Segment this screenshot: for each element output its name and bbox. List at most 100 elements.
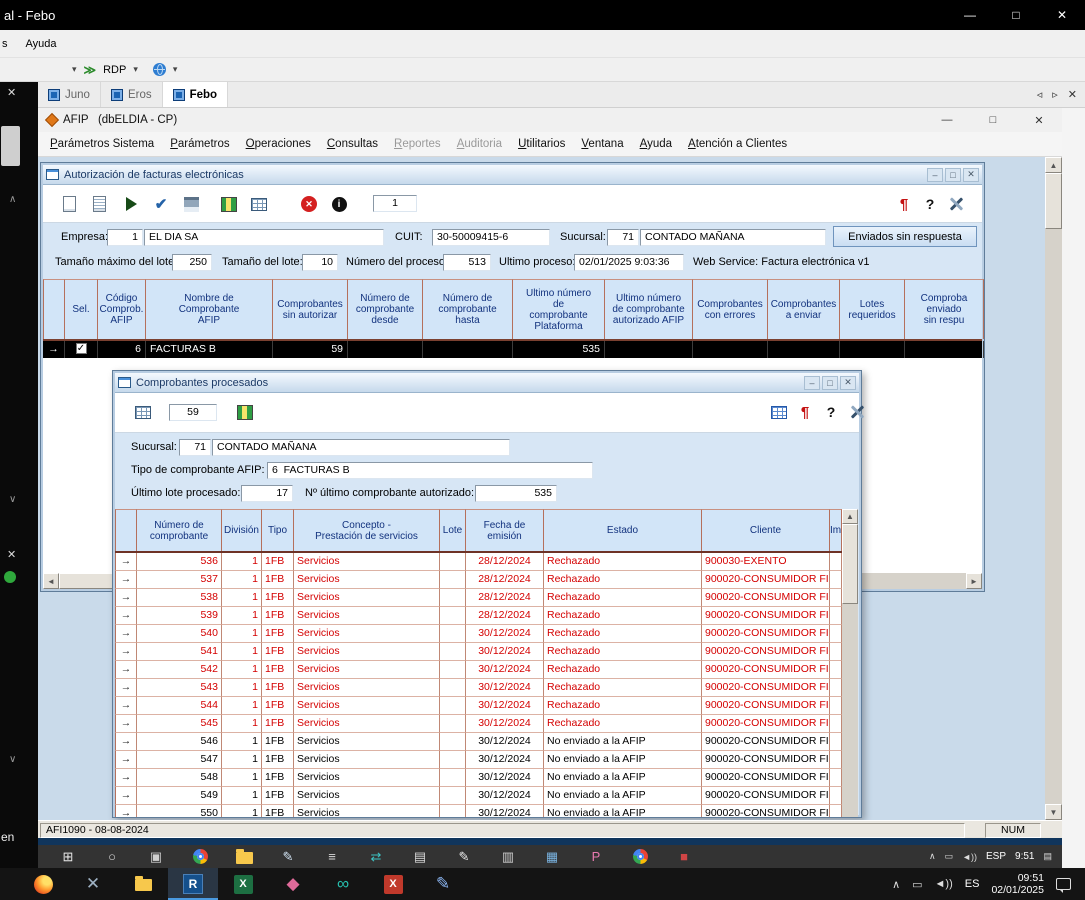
chat-bubble-icon[interactable] (1056, 878, 1071, 890)
tray-volume-icon[interactable]: ◄)) (962, 852, 977, 862)
sucursal-code-field[interactable]: 71 (607, 229, 639, 246)
comprobantes-close-icon[interactable]: ✕ (840, 376, 856, 390)
lote-size-field[interactable]: 10 (302, 254, 338, 271)
scrollbar-thumb[interactable] (842, 524, 858, 604)
host-close-button[interactable]: ✕ (1039, 0, 1085, 30)
local-tray-chevron-icon[interactable]: ∧ (892, 878, 900, 891)
afip-menu-atenci-n-a-clientes[interactable]: Atención a Clientes (680, 138, 795, 150)
tray-language[interactable]: ESP (986, 851, 1006, 862)
calendar-icon[interactable]: ▦ (530, 845, 574, 868)
afip-restore-button[interactable]: □ (970, 108, 1016, 132)
proc-grid-row[interactable]: →54211FBServicios30/12/2024Rechazado9000… (115, 661, 842, 679)
proc-grid-row[interactable]: →54111FBServicios30/12/2024Rechazado9000… (115, 643, 842, 661)
comprobantes-titlebar[interactable]: Comprobantes procesados – □ ✕ (115, 373, 859, 393)
red-app-icon[interactable]: ■ (662, 845, 706, 868)
tray-clock[interactable]: 9:51 (1015, 851, 1034, 862)
ultimo-proceso-field[interactable]: 02/01/2025 9:03:36 (574, 254, 684, 271)
tray-display-icon[interactable]: ▭ (945, 851, 954, 862)
afip-menu-par-metros[interactable]: Parámetros (162, 138, 237, 150)
enviados-sin-respuesta-button[interactable]: Enviados sin respuesta (833, 226, 977, 247)
proceso-field[interactable]: 513 (443, 254, 491, 271)
sync-arrows-icon[interactable]: ⇄ (354, 845, 398, 868)
host-menu-ayuda[interactable]: Ayuda (26, 38, 57, 50)
process-counter-field[interactable]: 1 (373, 195, 417, 212)
afip-menu-reportes[interactable]: Reportes (386, 138, 449, 150)
scroll-down-icon[interactable]: ▼ (1045, 804, 1062, 820)
properties-icon[interactable] (87, 192, 111, 216)
tools-icon[interactable] (944, 192, 968, 216)
afip-menu-operaciones[interactable]: Operaciones (238, 138, 319, 150)
cancel-icon[interactable]: ✕ (297, 192, 321, 216)
sidebar-close-2-icon[interactable]: ✕ (7, 548, 16, 561)
proc-grid-row[interactable]: →53611FBServicios28/12/2024Rechazado9000… (115, 553, 842, 571)
folder-icon[interactable] (118, 868, 168, 900)
scroll-down-icon[interactable]: ∨ (9, 494, 16, 505)
notification-center-icon[interactable]: ▤ (1043, 851, 1052, 862)
proc-grid-row[interactable]: →53811FBServicios28/12/2024Rechazado9000… (115, 589, 842, 607)
start-icon[interactable]: ⊞ (46, 845, 90, 868)
row-checkbox[interactable]: ✓ (65, 341, 98, 358)
firefox-icon[interactable] (18, 868, 68, 900)
afip-minimize-button[interactable]: — (924, 108, 970, 132)
export-grid-icon[interactable] (247, 192, 271, 216)
afip-menu-par-metros-sistema[interactable]: Parámetros Sistema (42, 138, 162, 150)
scroll-left-icon[interactable]: ◄ (43, 573, 59, 589)
scrollbar-thumb[interactable] (1045, 173, 1062, 229)
afip-menu-ayuda[interactable]: Ayuda (632, 138, 680, 150)
run-process-icon[interactable] (119, 192, 143, 216)
afip-menu-consultas[interactable]: Consultas (319, 138, 386, 150)
globe-icon[interactable] (153, 63, 166, 76)
empresa-code-field[interactable]: 1 (107, 229, 143, 246)
autorizacion-close-icon[interactable]: ✕ (963, 168, 979, 182)
export-grid-icon[interactable] (131, 400, 155, 424)
afip-menu-ventana[interactable]: Ventana (573, 138, 631, 150)
red-mark-icon[interactable]: ¶ (793, 400, 817, 424)
rdp-caret-icon[interactable]: ▾ (133, 64, 138, 75)
proc-grid-row[interactable]: →53711FBServicios28/12/2024Rechazado9000… (115, 571, 842, 589)
proc-grid-row[interactable]: →54011FBServicios30/12/2024Rechazado9000… (115, 625, 842, 643)
auth-grid-selected-row[interactable]: →✓6FACTURAS B59535 (43, 341, 982, 358)
proc-grid-row[interactable]: →54811FBServicios30/12/2024No enviado a … (115, 769, 842, 787)
mdi-vertical-scrollbar[interactable]: ▲ ▼ (1045, 157, 1062, 820)
red-mark-icon[interactable]: ¶ (892, 192, 916, 216)
comprobantes-minimize-icon[interactable]: – (804, 376, 820, 390)
session-tab-febo[interactable]: Febo (163, 82, 228, 107)
chrome-alt-icon[interactable] (618, 845, 662, 868)
afip-menu-auditoria[interactable]: Auditoria (449, 138, 510, 150)
tipo-comprobante-field[interactable]: 6 FACTURAS B (267, 462, 593, 479)
ultimo-lote-field[interactable]: 17 (241, 485, 293, 502)
autorizacion-minimize-icon[interactable]: – (927, 168, 943, 182)
host-minimize-button[interactable]: — (947, 0, 993, 30)
local-tray-display-icon[interactable]: ▭ (912, 878, 922, 891)
proc-grid-row[interactable]: →54311FBServicios30/12/2024Rechazado9000… (115, 679, 842, 697)
ultimo-comprobante-field[interactable]: 535 (475, 485, 557, 502)
sucursal-name-field[interactable]: CONTADO MAÑANA (640, 229, 826, 246)
comprobantes-counter-field[interactable]: 59 (169, 404, 217, 421)
lote-max-field[interactable]: 250 (172, 254, 212, 271)
proc-grid-row[interactable]: →53911FBServicios28/12/2024Rechazado9000… (115, 607, 842, 625)
app-p-icon[interactable]: P (574, 845, 618, 868)
rdp-protocol-select[interactable]: RDP (103, 64, 126, 76)
tab-prev-icon[interactable]: ◃ (1037, 88, 1043, 101)
scroll-right-icon[interactable]: ► (966, 573, 982, 589)
window-switch-icon[interactable]: ▥ (486, 845, 530, 868)
new-document-icon[interactable] (57, 192, 81, 216)
tab-next-icon[interactable]: ▹ (1052, 88, 1058, 101)
autorizacion-maximize-icon[interactable]: □ (945, 168, 961, 182)
tab-close-icon[interactable]: ✕ (1068, 88, 1077, 101)
afip-titlebar[interactable]: AFIP (dbELDIA - CP) — □ ✕ (38, 108, 1062, 132)
chart-app-icon[interactable]: ◆ (268, 868, 318, 900)
scroll-up-icon[interactable]: ▲ (1045, 157, 1062, 173)
cuit-field[interactable]: 30-50009415-6 (432, 229, 550, 246)
table-view-icon[interactable] (767, 400, 791, 424)
session-tab-eros[interactable]: Eros (101, 82, 163, 107)
red-x-app-icon[interactable]: X (368, 868, 418, 900)
chrome-icon[interactable] (178, 845, 222, 868)
help-icon[interactable]: ? (918, 192, 942, 216)
pen-app-icon[interactable]: ✎ (418, 868, 468, 900)
proc-grid-row[interactable]: →54511FBServicios30/12/2024Rechazado9000… (115, 715, 842, 733)
globe-caret-icon[interactable]: ▾ (173, 64, 178, 75)
proc-grid-row[interactable]: →54711FBServicios30/12/2024No enviado a … (115, 751, 842, 769)
host-menu-partial[interactable]: s (2, 38, 8, 50)
infinity-app-icon[interactable]: ∞ (318, 868, 368, 900)
